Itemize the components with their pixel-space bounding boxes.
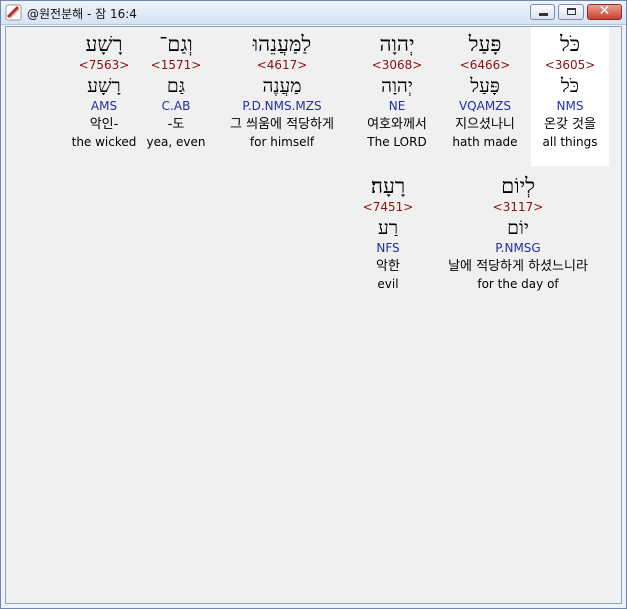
english-gloss: hath made xyxy=(452,135,518,149)
strong-number[interactable]: <7451> xyxy=(352,199,424,216)
hebrew-word: רָעָה׃ xyxy=(370,174,406,198)
english-gloss: all things xyxy=(542,135,598,149)
title-bar[interactable]: @원전분해 - 잠 16:4 ✕ xyxy=(1,1,626,25)
strong-number[interactable]: <1571> xyxy=(142,57,210,74)
korean-gloss: 지으셨나니 xyxy=(455,117,515,132)
lemma: מַעֲנֶה xyxy=(262,75,302,97)
hebrew-word: כֹּל xyxy=(559,32,581,56)
morphology-code[interactable]: C.AB xyxy=(142,98,210,115)
word-block[interactable]: לַמַּעֲנֵהוּ <4617> מַעֲנֶה P.D.NMS.MZS … xyxy=(212,27,352,151)
english-gloss: the wicked xyxy=(71,135,137,149)
english-gloss: yea, even xyxy=(146,135,206,149)
minimize-button[interactable] xyxy=(530,4,555,20)
word-block[interactable]: וְגַם־ <1571> גַּם C.AB -도 yea, even xyxy=(142,27,210,151)
korean-gloss: 악한 xyxy=(376,259,400,274)
lemma: פָּעַל xyxy=(470,75,500,97)
app-window: @원전분해 - 잠 16:4 ✕ כֹּל <3605> כֹּל NMS 온갖… xyxy=(0,0,627,609)
word-block[interactable]: לְיוֹם <3117> יוֹם P.NMSG 날에 적당하게 하셨느니라 … xyxy=(426,169,610,293)
english-gloss: for himself xyxy=(249,135,315,149)
app-logo-icon xyxy=(5,4,22,21)
lemma: רַע xyxy=(377,217,399,239)
maximize-button[interactable] xyxy=(558,4,584,20)
analysis-panel: כֹּל <3605> כֹּל NMS 온갖 것을 all things פָ… xyxy=(5,26,622,604)
hebrew-word: פָּעַל xyxy=(468,32,502,56)
hebrew-word: לַמַּעֲנֵהוּ xyxy=(252,32,312,56)
lemma: כֹּל xyxy=(560,75,580,97)
hebrew-word: רָשָׁע xyxy=(85,32,123,56)
maximize-icon xyxy=(567,8,576,15)
close-icon: ✕ xyxy=(598,3,611,19)
morphology-code[interactable]: P.NMSG xyxy=(426,240,610,257)
word-block[interactable]: רָעָה׃ <7451> רַע NFS 악한 evil xyxy=(352,169,424,293)
hebrew-word: יְהוָה xyxy=(379,32,415,56)
korean-gloss: 악인- xyxy=(89,117,119,132)
korean-gloss: 날에 적당하게 하셨느니라 xyxy=(448,259,588,274)
window-title: @원전분해 - 잠 16:4 xyxy=(27,7,137,21)
korean-gloss: 그 씌움에 적당하게 xyxy=(230,117,334,132)
hebrew-word: וְגַם־ xyxy=(159,32,193,56)
morphology-code[interactable]: NMS xyxy=(531,98,609,115)
strong-number[interactable]: <4617> xyxy=(212,57,352,74)
lemma: יוֹם xyxy=(507,217,529,239)
morphology-code[interactable]: P.D.NMS.MZS xyxy=(212,98,352,115)
lemma: רָשָׁע xyxy=(87,75,121,97)
english-gloss: The LORD xyxy=(367,135,427,149)
english-gloss: evil xyxy=(377,277,399,291)
strong-number[interactable]: <3605> xyxy=(531,57,609,74)
morphology-code[interactable]: NE xyxy=(354,98,440,115)
morphology-code[interactable]: VQAMZS xyxy=(442,98,528,115)
strong-number[interactable]: <3068> xyxy=(354,57,440,74)
morphology-code[interactable]: AMS xyxy=(68,98,140,115)
lemma: גַּם xyxy=(166,75,186,97)
close-button[interactable]: ✕ xyxy=(587,3,622,20)
minimize-icon xyxy=(539,13,548,16)
english-gloss: for the day of xyxy=(477,277,559,291)
korean-gloss: 여호와께서 xyxy=(367,117,427,132)
word-block[interactable]: כֹּל <3605> כֹּל NMS 온갖 것을 all things xyxy=(531,27,609,166)
strong-number[interactable]: <3117> xyxy=(426,199,610,216)
strong-number[interactable]: <7563> xyxy=(68,57,140,74)
lemma: יְהוָה xyxy=(381,75,413,97)
hebrew-word: לְיוֹם xyxy=(501,174,535,198)
strong-number[interactable]: <6466> xyxy=(442,57,528,74)
word-block[interactable]: פָּעַל <6466> פָּעַל VQAMZS 지으셨나니 hath m… xyxy=(442,27,528,151)
word-block[interactable]: יְהוָה <3068> יְהוָה NE 여호와께서 The LORD xyxy=(354,27,440,151)
korean-gloss: 온갖 것을 xyxy=(544,117,596,132)
word-block[interactable]: רָשָׁע <7563> רָשָׁע AMS 악인- the wicked xyxy=(68,27,140,151)
morphology-code[interactable]: NFS xyxy=(352,240,424,257)
korean-gloss: -도 xyxy=(167,117,185,132)
